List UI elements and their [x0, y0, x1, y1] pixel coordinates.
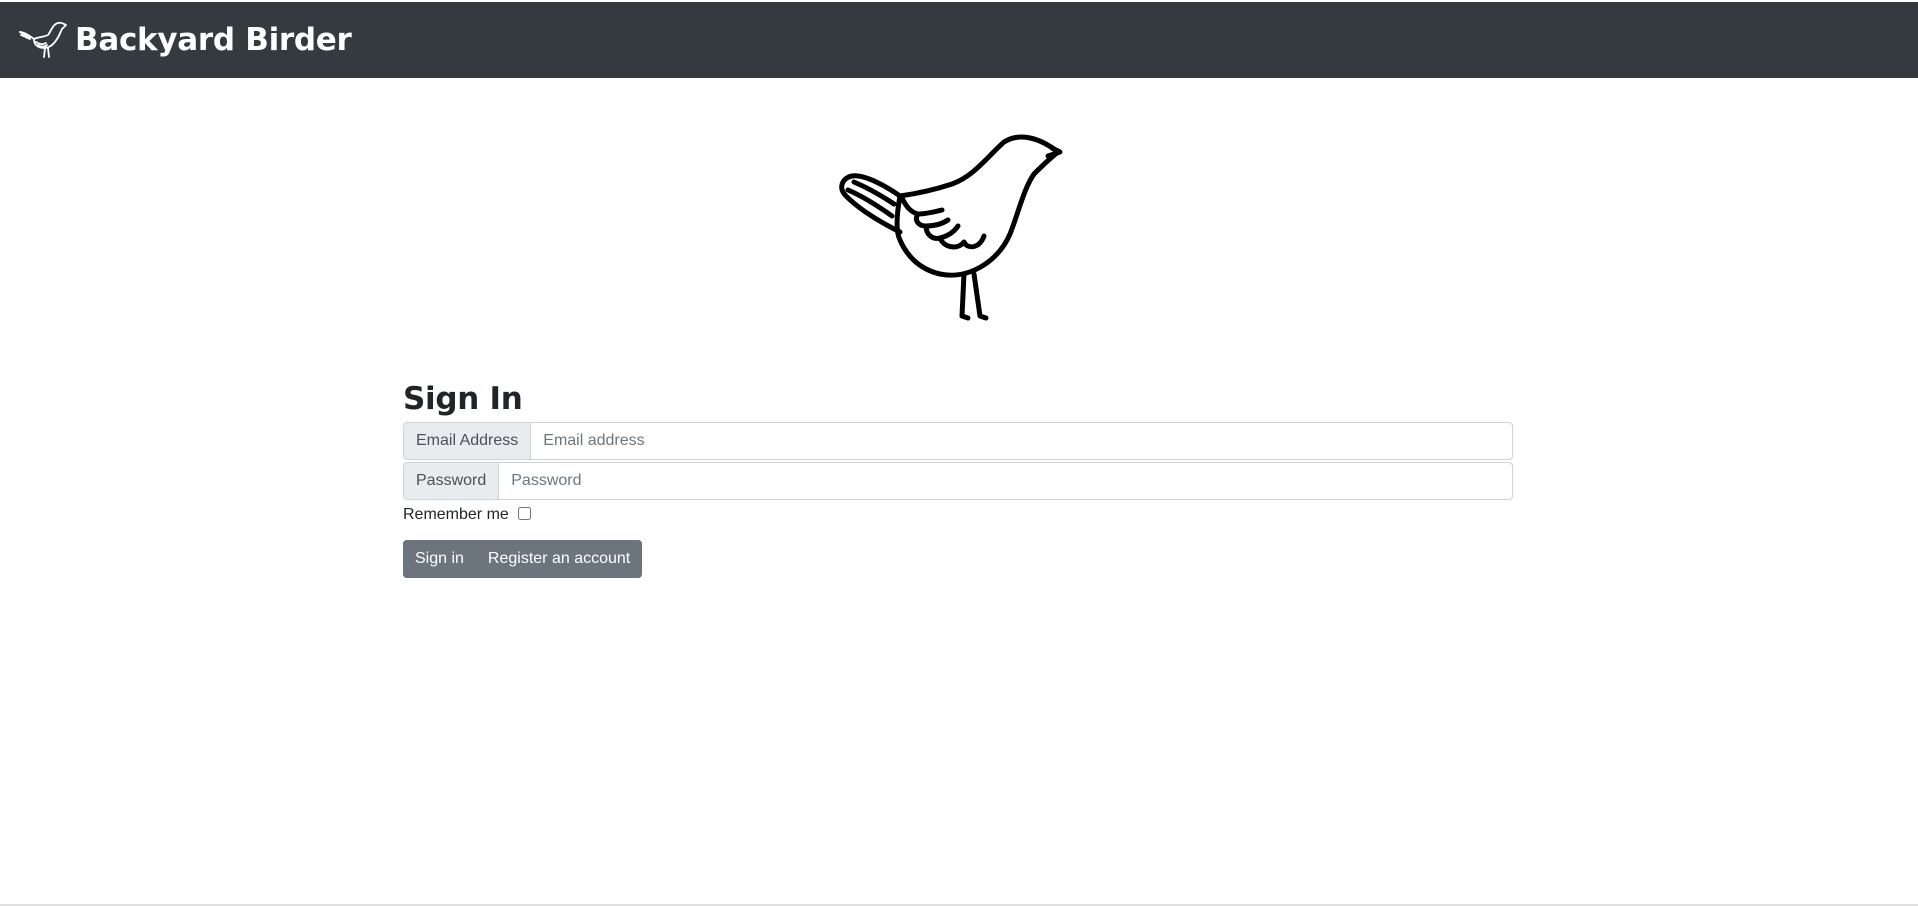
brand-link[interactable]: Backyard Birder [18, 18, 352, 62]
remember-me-label: Remember me [403, 506, 509, 523]
bird-logo-icon [19, 21, 67, 58]
remember-me-checkbox[interactable] [517, 506, 531, 520]
page-title: Sign In [403, 381, 523, 417]
password-field[interactable] [498, 462, 1513, 500]
signin-form: Sign In Email Address Password Remember … [403, 378, 1513, 578]
email-field[interactable] [530, 422, 1513, 460]
remember-me-row: Remember me [403, 504, 1513, 526]
email-input-group: Email Address [403, 422, 1513, 460]
password-label: Password [403, 462, 499, 500]
form-actions: Sign in Register an account [403, 540, 643, 578]
brand-title: Backyard Birder [75, 22, 352, 58]
register-button[interactable]: Register an account [475, 540, 643, 578]
email-label: Email Address [403, 422, 531, 460]
sign-in-button[interactable]: Sign in [403, 540, 476, 578]
bird-illustration-icon [839, 134, 1063, 321]
password-input-group: Password [403, 462, 1513, 500]
top-navbar: Backyard Birder [0, 0, 1918, 78]
